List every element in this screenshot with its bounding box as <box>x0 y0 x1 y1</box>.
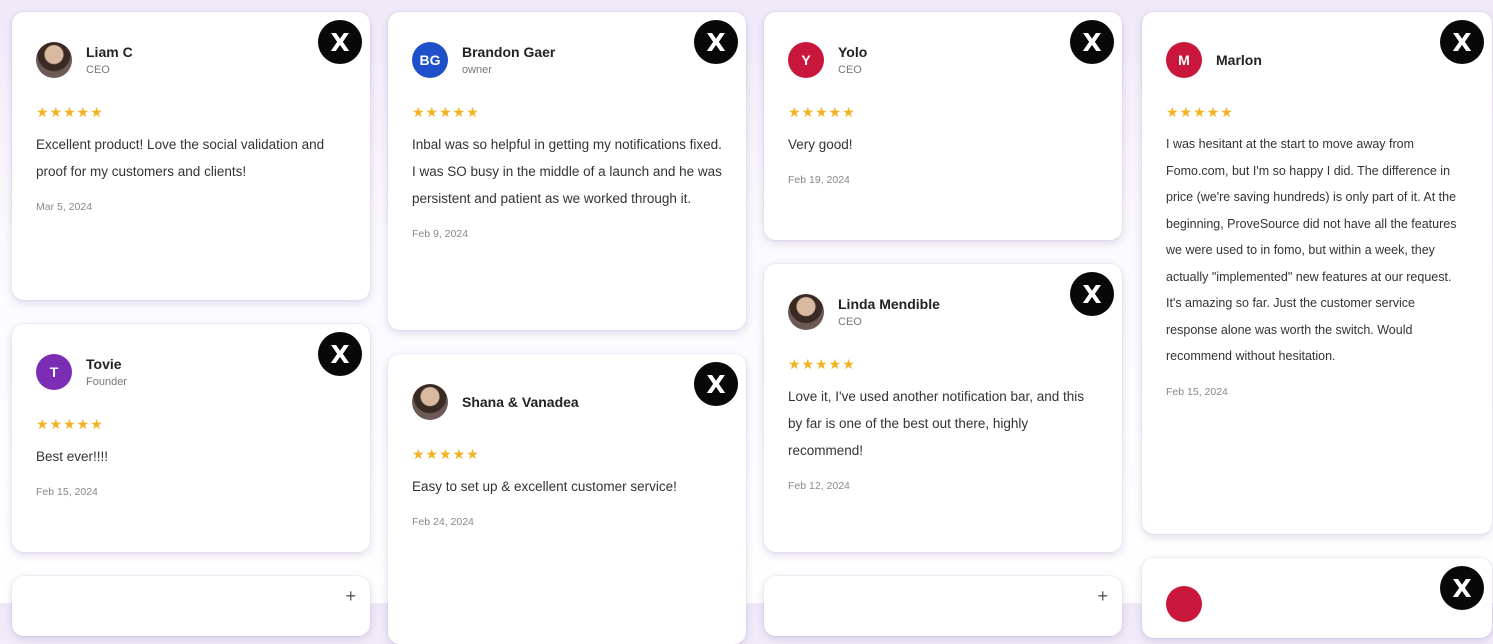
review-date: Feb 12, 2024 <box>788 480 850 492</box>
avatar <box>1166 586 1202 622</box>
reviewer-name: Liam C <box>86 44 133 60</box>
testimonial-card: + <box>12 576 370 636</box>
testimonial-card: X <box>1142 558 1492 638</box>
avatar: Y <box>788 42 824 78</box>
review-date: Feb 15, 2024 <box>36 486 98 498</box>
star-rating: ★★★★★ <box>788 356 856 372</box>
review-date: Mar 5, 2024 <box>36 201 93 213</box>
x-logo-icon[interactable]: X <box>318 332 362 376</box>
testimonial-card: X Shana & Vanadea ★★★★★ Easy to set up &… <box>388 354 746 644</box>
testimonial-card: X Liam C CEO ★★★★★ Excellent product! Lo… <box>12 12 370 300</box>
x-logo-icon[interactable]: X <box>1440 20 1484 64</box>
review-text: I was hesitant at the start to move away… <box>1166 137 1457 363</box>
review-text: Easy to set up & excellent customer serv… <box>412 479 677 494</box>
x-logo-icon[interactable]: X <box>1440 566 1484 610</box>
reviewer-name: Shana & Vanadea <box>462 394 579 410</box>
testimonial-card: X Y Yolo CEO ★★★★★ Very good! Feb 19, 20… <box>764 12 1122 240</box>
reviewer-name: Brandon Gaer <box>462 44 556 60</box>
reviewer-role: CEO <box>838 316 862 328</box>
reviewer-name: Tovie <box>86 356 122 372</box>
review-text: Inbal was so helpful in getting my notif… <box>412 137 722 206</box>
avatar <box>788 294 824 330</box>
review-text: Best ever!!!! <box>36 449 109 464</box>
testimonial-card: X M Marlon ★★★★★ I was hesitant at the s… <box>1142 12 1492 534</box>
x-logo-icon[interactable]: X <box>1070 272 1114 316</box>
reviewer-name: Linda Mendible <box>838 296 940 312</box>
avatar: M <box>1166 42 1202 78</box>
reviewer-role: CEO <box>838 64 862 76</box>
review-text: Very good! <box>788 137 853 152</box>
x-logo-icon[interactable]: X <box>694 362 738 406</box>
avatar: T <box>36 354 72 390</box>
review-date: Feb 9, 2024 <box>412 228 469 240</box>
star-rating: ★★★★★ <box>412 104 480 120</box>
review-date: Feb 24, 2024 <box>412 516 474 528</box>
star-rating: ★★★★★ <box>412 446 480 462</box>
avatar <box>36 42 72 78</box>
review-date: Feb 15, 2024 <box>1166 385 1228 398</box>
testimonial-card: X Linda Mendible CEO ★★★★★ Love it, I've… <box>764 264 1122 552</box>
avatar <box>412 384 448 420</box>
reviewer-name: Marlon <box>1216 52 1262 68</box>
reviewer-name: Yolo <box>838 44 868 60</box>
testimonial-card: X T Tovie Founder ★★★★★ Best ever!!!! Fe… <box>12 324 370 552</box>
star-rating: ★★★★★ <box>36 416 104 432</box>
review-date: Feb 19, 2024 <box>788 174 850 186</box>
plus-icon[interactable]: + <box>345 586 356 607</box>
reviewer-role: owner <box>462 64 492 76</box>
star-rating: ★★★★★ <box>36 104 104 120</box>
testimonial-card: + <box>764 576 1122 636</box>
x-logo-icon[interactable]: X <box>1070 20 1114 64</box>
avatar: BG <box>412 42 448 78</box>
star-rating: ★★★★★ <box>788 104 856 120</box>
x-logo-icon[interactable]: X <box>694 20 738 64</box>
review-text: Excellent product! Love the social valid… <box>36 137 325 179</box>
star-rating: ★★★★★ <box>1166 104 1234 120</box>
x-logo-icon[interactable]: X <box>318 20 362 64</box>
reviewer-role: CEO <box>86 64 110 76</box>
plus-icon[interactable]: + <box>1097 586 1108 607</box>
testimonial-card: X BG Brandon Gaer owner ★★★★★ Inbal was … <box>388 12 746 330</box>
reviewer-role: Founder <box>86 376 127 388</box>
review-text: Love it, I've used another notification … <box>788 389 1085 458</box>
